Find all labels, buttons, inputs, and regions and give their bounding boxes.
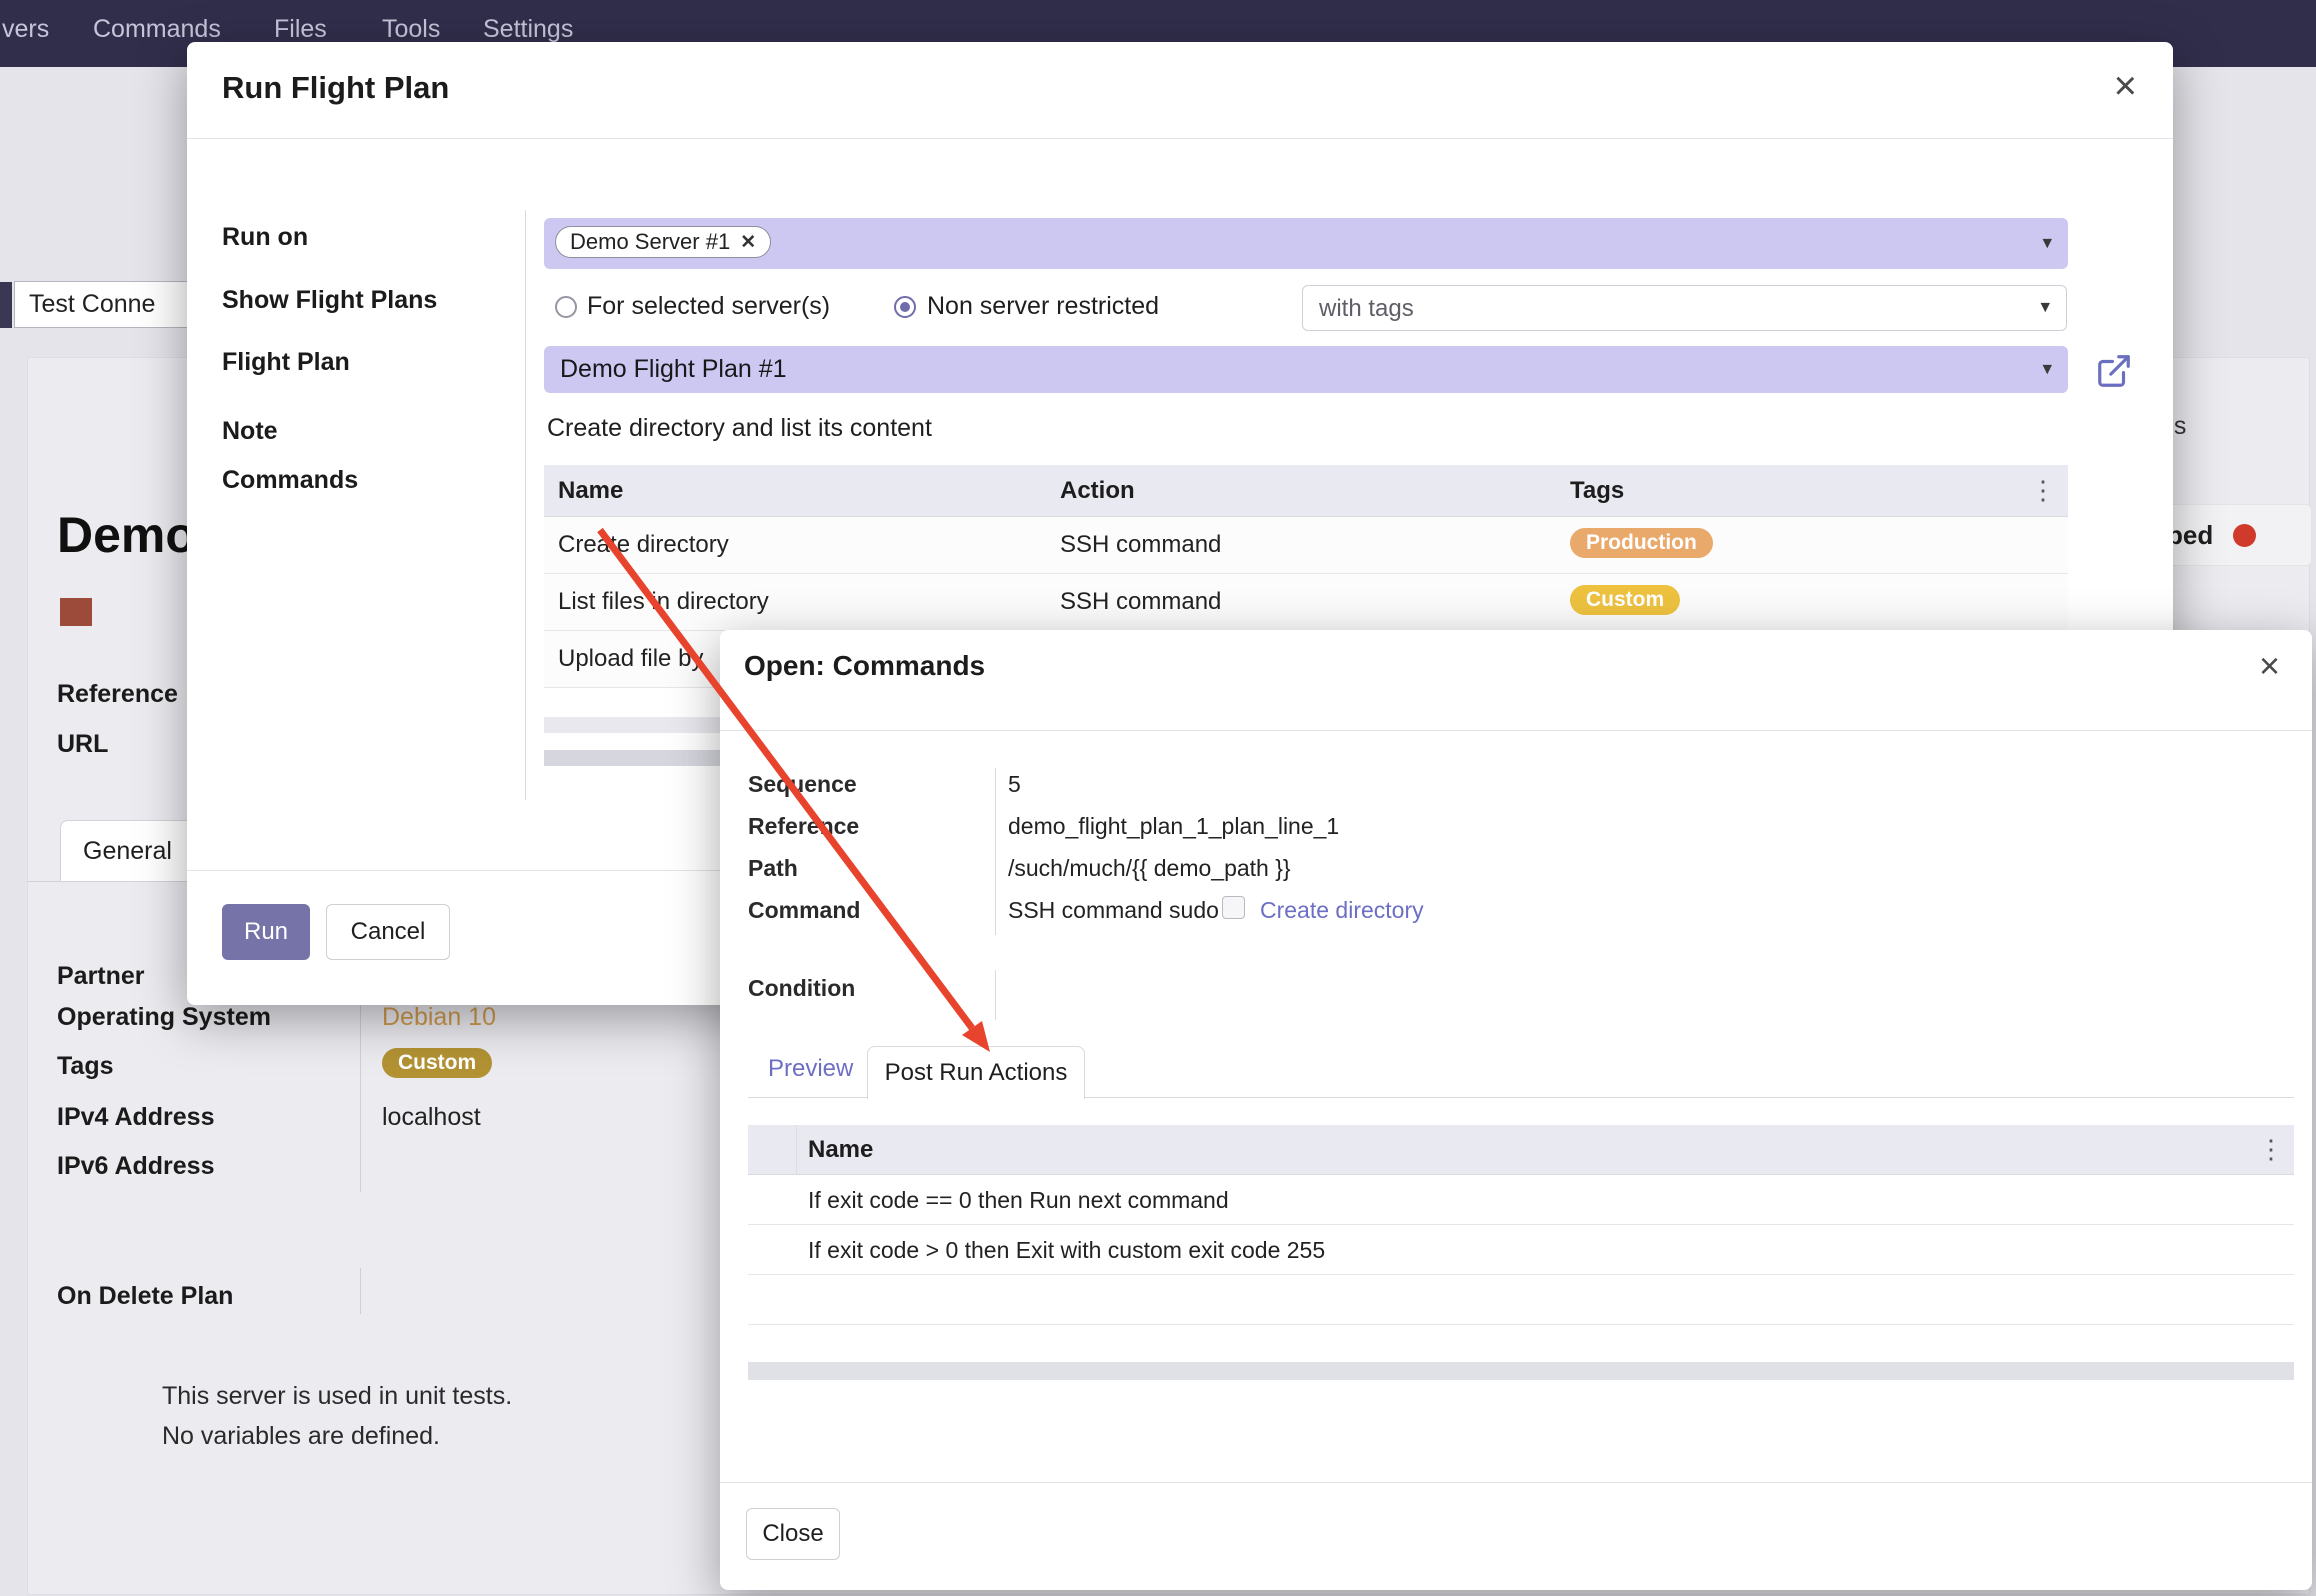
- run-modal-title: Run Flight Plan: [222, 70, 449, 106]
- commands-label: Commands: [222, 466, 358, 495]
- field-divider: [995, 768, 996, 935]
- table-row-empty: [748, 1275, 2294, 1325]
- url-label: URL: [57, 730, 108, 759]
- radio-non-server-restricted[interactable]: [894, 296, 916, 318]
- row-name: If exit code > 0 then Exit with custom e…: [808, 1237, 1325, 1264]
- row-tag-badge: Production: [1570, 528, 1713, 558]
- command-value: SSH command sudo: [1008, 897, 1219, 924]
- run-on-field[interactable]: Demo Server #1 ✕ ▾: [544, 218, 2068, 269]
- table-row[interactable]: If exit code == 0 then Run next command: [748, 1175, 2294, 1225]
- tags-badge: Custom: [382, 1048, 492, 1078]
- chip-remove-icon[interactable]: ✕: [740, 231, 756, 254]
- col-action[interactable]: Action: [1060, 477, 1135, 505]
- condition-label: Condition: [748, 975, 855, 1002]
- row-name: Upload file by: [558, 645, 703, 673]
- with-tags-value: with tags: [1319, 295, 1414, 323]
- table-row[interactable]: List files in directory SSH command Cust…: [544, 574, 2068, 631]
- status-label: ped: [2167, 520, 2213, 551]
- row-action: SSH command: [1060, 588, 1221, 616]
- radio-non-server-restricted-label[interactable]: Non server restricted: [927, 292, 1159, 321]
- flight-plan-label: Flight Plan: [222, 348, 350, 377]
- table-scrollbar[interactable]: [748, 1362, 2294, 1380]
- chevron-down-icon: ▾: [2042, 231, 2052, 254]
- run-modal-close-icon[interactable]: ×: [2114, 66, 2137, 106]
- form-divider-2: [360, 1268, 361, 1314]
- server-chip-label: Demo Server #1: [570, 229, 730, 255]
- table-options-icon[interactable]: ⋮: [2258, 1134, 2284, 1165]
- tabbar-line: [27, 881, 200, 882]
- radio-selected-servers[interactable]: [555, 296, 577, 318]
- flight-plan-caption: Create directory and list its content: [547, 414, 932, 443]
- modal-label-divider: [525, 210, 526, 800]
- tab-preview[interactable]: Preview: [768, 1055, 853, 1083]
- condition-divider: [995, 970, 996, 1020]
- note-label: Note: [222, 417, 278, 446]
- commands-modal-footer-divider: [720, 1482, 2312, 1483]
- path-value: /such/much/{{ demo_path }}: [1008, 855, 1291, 882]
- create-directory-link[interactable]: Create directory: [1260, 897, 1424, 924]
- reference-value: demo_flight_plan_1_plan_line_1: [1008, 813, 1339, 840]
- commands-modal-header-divider: [720, 730, 2312, 731]
- os-label: Operating System: [57, 1003, 271, 1032]
- unit-test-note-line1: This server is used in unit tests.: [162, 1382, 512, 1411]
- run-on-label: Run on: [222, 223, 308, 252]
- table-options-icon[interactable]: ⋮: [2030, 475, 2056, 506]
- table-row[interactable]: If exit code > 0 then Exit with custom e…: [748, 1225, 2294, 1275]
- close-button[interactable]: Close: [746, 1508, 840, 1560]
- tab-general-label: General: [83, 837, 172, 866]
- show-flight-plans-label: Show Flight Plans: [222, 286, 437, 315]
- commands-modal-close-icon[interactable]: ×: [2259, 646, 2280, 686]
- chevron-down-icon: ▾: [2040, 296, 2050, 319]
- cancel-button[interactable]: Cancel: [326, 904, 450, 960]
- flight-plan-select[interactable]: Demo Flight Plan #1 ▾: [544, 346, 2068, 393]
- color-swatch: [60, 598, 92, 626]
- status-stopped-dot: [2233, 524, 2256, 547]
- external-link-icon[interactable]: [2095, 352, 2133, 390]
- server-chip[interactable]: Demo Server #1 ✕: [555, 226, 771, 258]
- ipv6-label: IPv6 Address: [57, 1152, 214, 1181]
- chevron-down-icon: ▾: [2042, 357, 2052, 380]
- sequence-value: 5: [1008, 771, 1021, 798]
- open-commands-modal: Open: Commands × Sequence 5 Reference de…: [720, 630, 2312, 1590]
- reference-label: Reference: [748, 813, 859, 840]
- post-run-actions-table: Name ⋮ If exit code == 0 then Run next c…: [748, 1125, 2294, 1325]
- os-value[interactable]: Debian 10: [382, 1003, 496, 1032]
- test-connection-button[interactable]: Test Conne: [14, 281, 194, 328]
- run-modal-header-divider: [187, 138, 2173, 139]
- col-name[interactable]: Name: [808, 1136, 873, 1164]
- col-name[interactable]: Name: [558, 477, 623, 505]
- reference-label: Reference: [57, 680, 178, 709]
- run-button[interactable]: Run: [222, 904, 310, 960]
- row-action: SSH command: [1060, 531, 1221, 559]
- radio-selected-servers-label[interactable]: For selected server(s): [587, 292, 830, 321]
- tags-label: Tags: [57, 1052, 114, 1081]
- command-checkbox[interactable]: [1222, 896, 1245, 919]
- header-col-divider: [796, 1125, 797, 1175]
- row-name: List files in directory: [558, 588, 769, 616]
- partner-label: Partner: [57, 962, 145, 991]
- commands-table-header: Name Action Tags ⋮: [544, 465, 2068, 517]
- path-label: Path: [748, 855, 798, 882]
- commands-modal-title: Open: Commands: [744, 650, 985, 682]
- flight-plan-value: Demo Flight Plan #1: [560, 355, 787, 384]
- row-tag-badge: Custom: [1570, 585, 1680, 615]
- sequence-label: Sequence: [748, 771, 857, 798]
- col-tags[interactable]: Tags: [1570, 477, 1624, 505]
- tab-general[interactable]: General: [60, 820, 200, 882]
- command-label: Command: [748, 897, 860, 924]
- cut-button[interactable]: [0, 282, 12, 328]
- on-delete-plan-label: On Delete Plan: [57, 1282, 233, 1311]
- row-name: Create directory: [558, 531, 729, 559]
- server-heading: Demo: [57, 506, 196, 564]
- ipv4-value: localhost: [382, 1103, 481, 1132]
- post-run-table-header: Name ⋮: [748, 1125, 2294, 1175]
- nav-item-servers[interactable]: vers: [2, 0, 49, 58]
- ipv4-label: IPv4 Address: [57, 1103, 214, 1132]
- row-name: If exit code == 0 then Run next command: [808, 1187, 1229, 1214]
- table-row[interactable]: Create directory SSH command Production: [544, 517, 2068, 574]
- with-tags-select[interactable]: with tags ▾: [1302, 285, 2067, 331]
- tab-post-run-actions[interactable]: Post Run Actions: [867, 1046, 1085, 1099]
- unit-test-note-line2: No variables are defined.: [162, 1422, 440, 1451]
